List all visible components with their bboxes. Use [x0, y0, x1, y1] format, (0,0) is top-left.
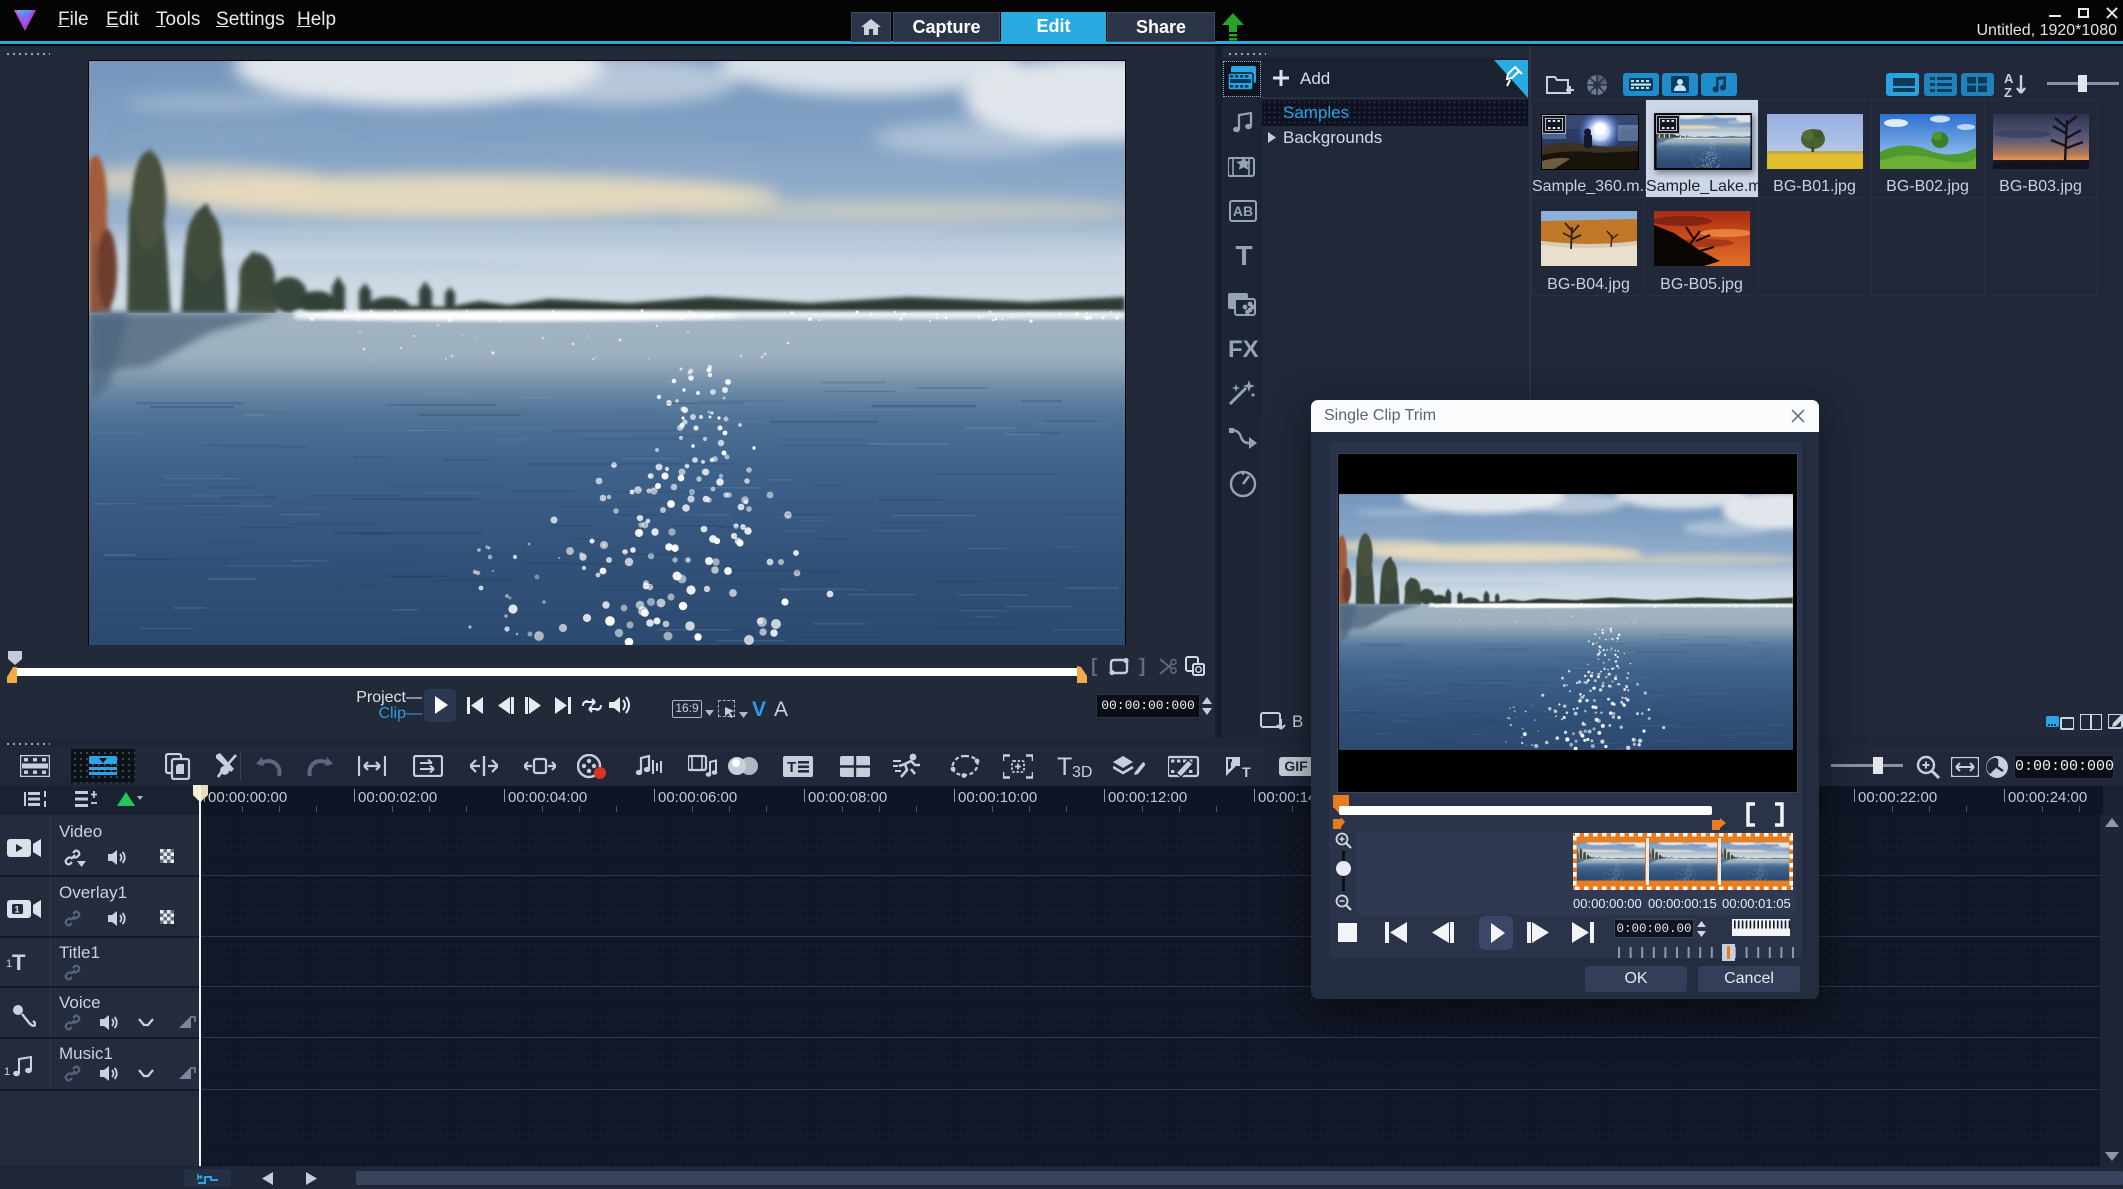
svg-text:Z: Z: [2004, 85, 2012, 98]
svg-text:3D: 3D: [1072, 764, 1092, 778]
svg-text:T: T: [1242, 764, 1251, 778]
svg-text:T: T: [1057, 755, 1072, 778]
svg-text:1: 1: [15, 905, 20, 915]
svg-text:A: A: [2004, 71, 2014, 86]
svg-text:T: T: [787, 759, 796, 776]
